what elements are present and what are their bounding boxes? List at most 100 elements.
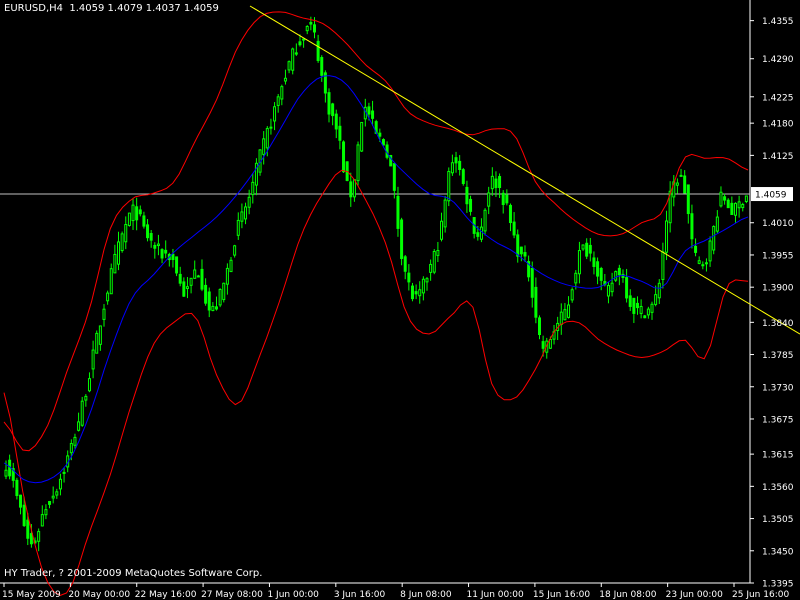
- candle-down: [378, 132, 382, 137]
- y-tick-label: 1.3675: [762, 415, 794, 425]
- candle-up: [487, 192, 491, 207]
- candle-down: [534, 286, 538, 318]
- y-tick-label: 1.3615: [762, 451, 794, 461]
- candle-up: [577, 250, 581, 275]
- y-tick-label: 1.4355: [762, 17, 794, 27]
- candle-up: [222, 282, 226, 301]
- trend-line-segment: [249, 5, 800, 335]
- y-tick-label: 1.3560: [762, 483, 794, 493]
- candle-down: [396, 195, 400, 229]
- candle-down: [294, 52, 298, 55]
- symbol-label: EURUSD: [4, 3, 46, 14]
- candle-down: [519, 246, 523, 255]
- candle-up: [567, 304, 571, 318]
- candle-up: [44, 509, 48, 516]
- candle-down: [316, 40, 320, 61]
- candle-down: [410, 285, 414, 300]
- candle-down: [367, 106, 371, 115]
- candle-up: [704, 262, 708, 265]
- candle-down: [342, 141, 346, 173]
- candle-down: [392, 163, 396, 191]
- candle-down: [175, 256, 179, 274]
- candle-up: [156, 243, 160, 247]
- candle-up: [189, 277, 193, 286]
- y-tick-label: 1.4010: [762, 219, 794, 229]
- candle-down: [454, 157, 458, 164]
- candle-down: [730, 202, 734, 215]
- candle-up: [432, 251, 436, 273]
- candle-down: [164, 249, 168, 254]
- candle-up: [77, 421, 81, 431]
- x-tick-label: 11 Jun 00:00: [467, 590, 524, 600]
- x-tick-label: 27 May 08:00: [201, 590, 263, 600]
- candle-up: [106, 292, 110, 302]
- candle-down: [414, 291, 418, 295]
- candle-up: [450, 162, 454, 174]
- candle-down: [625, 277, 629, 299]
- candle-up: [614, 271, 618, 281]
- candle-down: [530, 267, 534, 298]
- candle-up: [280, 86, 284, 100]
- candle-down: [349, 181, 353, 198]
- candle-down: [494, 178, 498, 189]
- candle-up: [247, 196, 251, 208]
- candle-down: [312, 24, 316, 33]
- candle-up: [679, 174, 683, 177]
- candle-up: [196, 275, 200, 278]
- candle-up: [58, 478, 62, 490]
- x-tick-label: 25 Jun 16:00: [732, 590, 789, 600]
- candle-up: [95, 332, 99, 354]
- candle-up: [51, 495, 55, 499]
- candle-up: [131, 204, 135, 222]
- candle-down: [512, 221, 516, 236]
- x-tick-label: 22 May 16:00: [135, 590, 197, 600]
- candle-up: [225, 267, 229, 285]
- x-tick-label: 1 Jun 00:00: [267, 590, 319, 600]
- candle-up: [287, 61, 291, 71]
- candle-up: [719, 191, 723, 207]
- y-tick-label: 1.4290: [762, 55, 794, 65]
- x-tick-label: 15 Jun 16:00: [533, 590, 590, 600]
- candle-up: [233, 245, 237, 256]
- candle-up: [483, 209, 487, 232]
- candle-up: [193, 269, 197, 279]
- candle-down: [302, 38, 306, 41]
- candle-down: [200, 268, 204, 290]
- y-tick-label: 1.3785: [762, 351, 794, 361]
- price-label: 1.4059: [755, 191, 787, 201]
- y-tick-label: 1.4125: [762, 152, 794, 162]
- candle-up: [62, 471, 66, 474]
- candle-down: [683, 175, 687, 194]
- candle-down: [617, 267, 621, 276]
- candle-up: [563, 309, 567, 321]
- candle-up: [124, 224, 128, 243]
- candle-down: [686, 184, 690, 215]
- y-tick-label: 1.3730: [762, 383, 794, 393]
- candle-down: [726, 199, 730, 209]
- candle-up: [109, 268, 113, 295]
- candle-down: [523, 252, 527, 257]
- candle-down: [160, 249, 164, 259]
- candle-down: [182, 281, 186, 297]
- candle-down: [298, 41, 302, 46]
- candle-down: [331, 103, 335, 117]
- candle-up: [675, 182, 679, 186]
- candle-up: [236, 219, 240, 236]
- chart-window[interactable]: 1.4059 1.4355 1.4290 1.4225 1.4180 1.4125 1.4…: [0, 0, 800, 600]
- candle-down: [403, 256, 407, 272]
- upper-band-line: [3, 11, 749, 452]
- trend-line: [249, 5, 800, 335]
- candle-up: [421, 278, 425, 294]
- candle-down: [643, 315, 647, 319]
- candle-down: [138, 209, 142, 215]
- candle-up: [490, 175, 494, 190]
- candle-up: [73, 436, 77, 446]
- candle-up: [581, 244, 585, 250]
- candle-down: [694, 245, 698, 253]
- candle-up: [291, 48, 295, 71]
- candle-up: [479, 226, 483, 240]
- candle-down: [48, 501, 52, 505]
- candle-down: [505, 194, 509, 204]
- x-tick-label: 3 Jun 16:00: [334, 590, 386, 600]
- x-tick-label: 23 Jun 00:00: [666, 590, 723, 600]
